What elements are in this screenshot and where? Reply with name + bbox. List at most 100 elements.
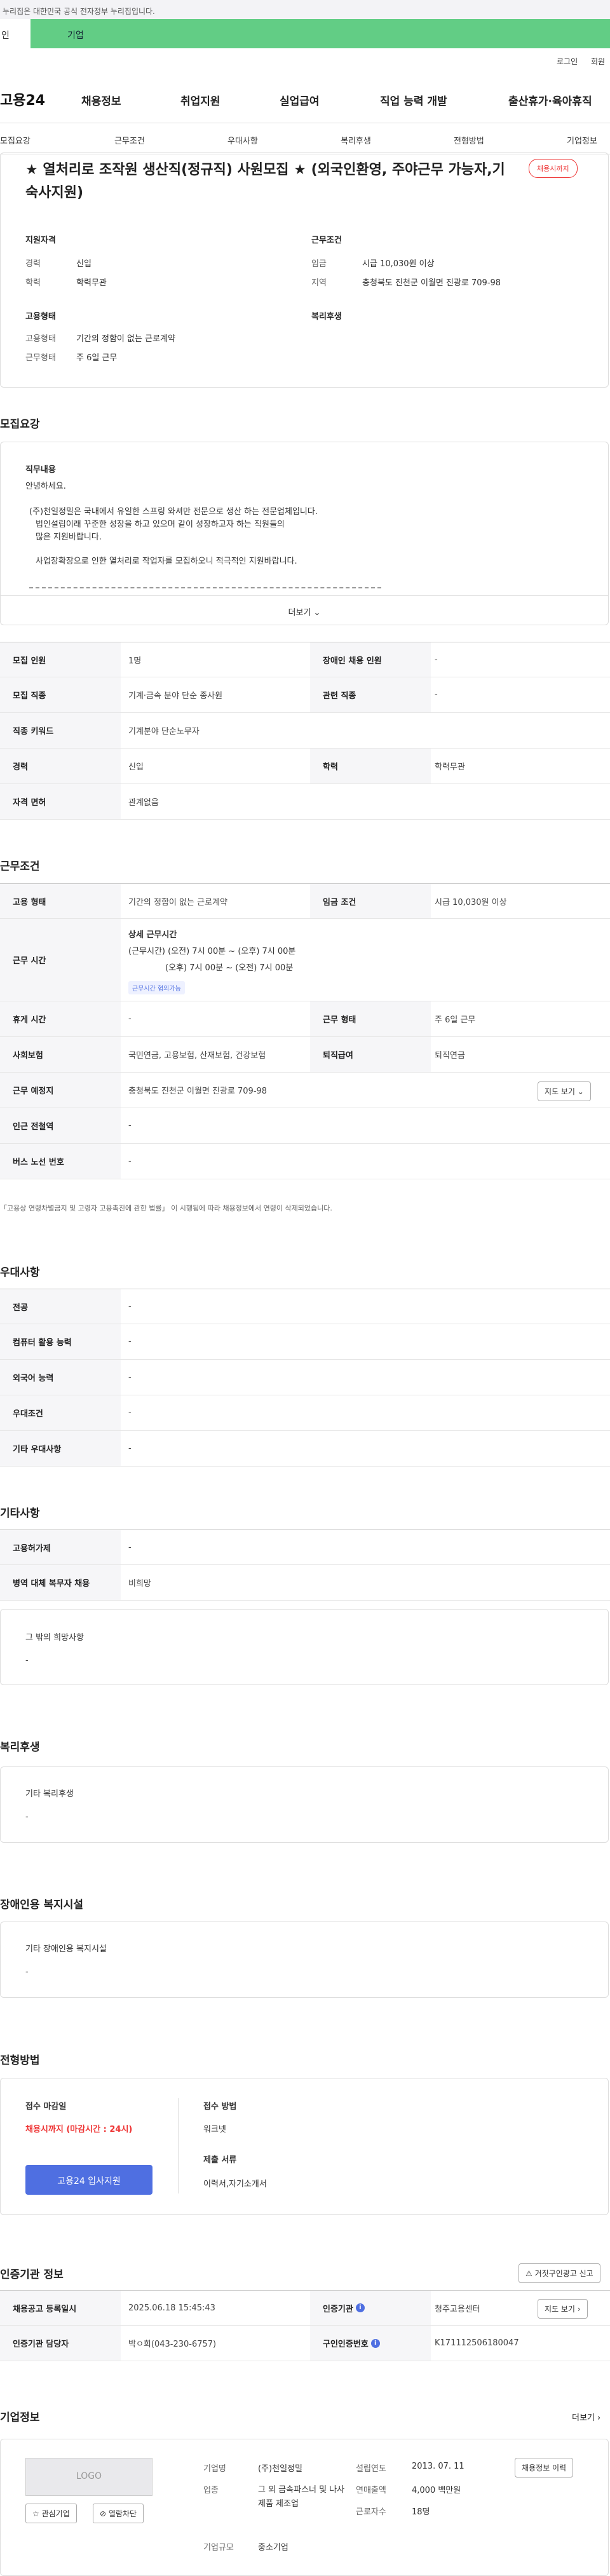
table-header-cell: 자격 면허	[0, 784, 121, 819]
work-type-value: 주 6일 근무	[76, 353, 118, 363]
work-type-label: 근무형태	[25, 353, 56, 363]
site-logo[interactable]: 고용24	[0, 89, 45, 109]
table-row: 근무 예정지 충청북도 진천군 이월면 진광로 709-98	[0, 1073, 610, 1108]
gnb-training[interactable]: 직업 능력 개발	[380, 92, 447, 108]
table-row: 고용허가제 -	[0, 1529, 610, 1565]
table-cell: 신입	[128, 763, 144, 772]
table-cell: -	[435, 690, 438, 700]
table-cell: -	[128, 1014, 132, 1024]
deadline-heading: 접수 마감일	[25, 2102, 67, 2112]
table-row: 인증기관 담당자 박ㅇ희(043-230-6757) 구인인증번호 i K1711125…	[0, 2326, 610, 2361]
table-header-cell: 컴퓨터 활용 능력	[0, 1324, 121, 1359]
emp-type-value: 기간의 정함이 없는 근로계약	[76, 334, 175, 344]
disabled-heading: 기타 장애인용 복지시설	[25, 1944, 107, 1954]
industry-label: 업종	[203, 2486, 219, 2495]
company-logo: LOGO	[25, 2458, 152, 2496]
table-header-cell: 휴게 시간	[0, 1001, 121, 1036]
docs-value: 이력서,자기소개서	[203, 2179, 267, 2189]
login-link[interactable]: 로그인	[557, 56, 578, 67]
tab-recruit[interactable]: 모집요강	[0, 134, 30, 146]
table-cell: 청주고용센터	[435, 2304, 480, 2314]
tab-conditions[interactable]: 근무조건	[114, 134, 145, 146]
etc-card	[0, 1609, 609, 1685]
gnb-benefit[interactable]: 실업급여	[280, 92, 320, 108]
user-type-tabs: 인 기업	[0, 19, 610, 48]
employees-label: 근로자수	[356, 2507, 386, 2517]
table-row: 외국어 능력 -	[0, 1360, 610, 1395]
table-cell: 충청북도 진천군 이월면 진광로 709-98	[128, 1087, 268, 1096]
company-name-label: 기업명	[203, 2464, 226, 2474]
favorite-button[interactable]: ☆ 관심기업	[25, 2504, 77, 2523]
table-header-cell: 직종 키워드	[0, 713, 121, 748]
table-cell: -	[128, 1301, 132, 1312]
table-header-cell: 모집 직종	[0, 677, 121, 712]
table-row: 버스 노선 번호 -	[0, 1144, 610, 1179]
history-button[interactable]: 채용정보 이력	[515, 2458, 574, 2478]
welfare-item-heading: 기타 복리후생	[25, 1789, 74, 1799]
tab-personal[interactable]: 인	[0, 19, 30, 48]
table-header-cell: 경력	[0, 749, 121, 783]
tab-preference[interactable]: 우대사항	[227, 134, 258, 146]
qualify-heading: 지원자격	[25, 236, 56, 245]
join-link[interactable]: 회원	[591, 56, 605, 67]
founded-label: 설립연도	[356, 2464, 386, 2474]
table-header-cell: 임금 조건	[310, 884, 431, 918]
disabled-value: -	[25, 1967, 29, 1977]
table-header-cell: 학력	[310, 749, 431, 783]
info-icon[interactable]: i	[370, 2338, 380, 2348]
report-button[interactable]: ⚠ 거짓구인광고 신고	[518, 2263, 600, 2283]
section-selection-title: 전형방법	[0, 2054, 40, 2067]
map-button[interactable]: 지도 보기 ⌄	[538, 1081, 591, 1101]
table-cell: -	[128, 1408, 132, 1418]
area-label: 지역	[311, 278, 327, 288]
table-header-cell: 장애인 채용 인원	[310, 642, 431, 677]
table-cell: 학력무관	[435, 763, 465, 772]
gnb-leave[interactable]: 출산휴가·육아휴직	[508, 92, 592, 108]
tab-company-info[interactable]: 기업정보	[567, 134, 597, 146]
table-header-cell: 근무 예정지	[0, 1073, 121, 1108]
table-cell: 관계없음	[128, 798, 159, 808]
table-header-cell: 퇴직급여	[310, 1037, 431, 1072]
tab-selection[interactable]: 전형방법	[454, 134, 484, 146]
table-row: 고용 형태 기간의 정함이 없는 근로계약 임금 조건 시급 10,030원 이상	[0, 883, 610, 919]
info-icon[interactable]: i	[355, 2303, 365, 2312]
more-button[interactable]: 더보기 ⌄	[0, 595, 609, 625]
work-hours-heading: 상세 근무시간	[128, 930, 177, 940]
table-header-cell: 인증기관 i	[310, 2291, 431, 2325]
table-row: 사회보험 국민연금, 고용보험, 산재보험, 건강보험 퇴직급여 퇴직연금	[0, 1037, 610, 1073]
tab-welfare[interactable]: 복리후생	[341, 134, 371, 146]
industry-value: 그 외 금속파스너 및 나사제품 제조업	[258, 2485, 345, 2509]
section-recruit-title: 모집요강	[0, 418, 40, 431]
apply-button[interactable]: 고용24 입사지원	[25, 2165, 152, 2195]
revenue-label: 연매출액	[356, 2486, 386, 2495]
table-cell: 기계·금속 분야 단순 종사원	[128, 691, 223, 701]
table-cell: 퇴직연금	[435, 1051, 465, 1061]
table-header-cell: 관련 직종	[310, 677, 431, 712]
table-row: 모집 직종 기계·금속 분야 단순 종사원 관련 직종 -	[0, 677, 610, 713]
duty-line: (주)천일정밀은 국내에서 유일한 스프링 와셔만 전문으로 생산 하는 전문업…	[29, 507, 318, 517]
table-cell: -	[128, 1444, 132, 1453]
table-row: 인근 전철역 -	[0, 1108, 610, 1144]
block-button[interactable]: ⊘ 열람차단	[93, 2504, 144, 2523]
gnb-support[interactable]: 취업지원	[180, 92, 220, 108]
welfare-item-value: -	[25, 1812, 29, 1822]
company-more-link[interactable]: 더보기 ›	[572, 2411, 600, 2423]
map-button[interactable]: 지도 보기 ›	[538, 2299, 588, 2319]
table-header-cell: 우대조건	[0, 1395, 121, 1430]
divider	[29, 587, 381, 588]
table-cell: 비희망	[128, 1579, 151, 1589]
tab-company[interactable]: 기업	[30, 19, 610, 48]
table-header-cell: 외국어 능력	[0, 1360, 121, 1395]
table-row: 경력 신입 학력 학력무관	[0, 749, 610, 784]
emp-heading: 고용형태	[25, 312, 56, 322]
table-cell: K171112506180047	[435, 2338, 519, 2348]
area-value: 충청북도 진천군 이월면 진광로 709-98	[362, 278, 501, 288]
welfare-card	[0, 1766, 609, 1843]
divider	[178, 2098, 179, 2193]
table-header-cell: 병역 대체 복무자 채용	[0, 1565, 121, 1600]
gnb-jobs[interactable]: 채용정보	[81, 92, 121, 108]
duty-line: 사업장확장으로 인한 열처리로 작업자를 모집하오니 적극적인 지원바랍니다.	[36, 557, 297, 566]
emp-type-label: 고용형태	[25, 334, 56, 344]
founded-value: 2013. 07. 11	[412, 2462, 464, 2471]
etc-heading: 그 밖의 희망사항	[25, 1633, 84, 1643]
